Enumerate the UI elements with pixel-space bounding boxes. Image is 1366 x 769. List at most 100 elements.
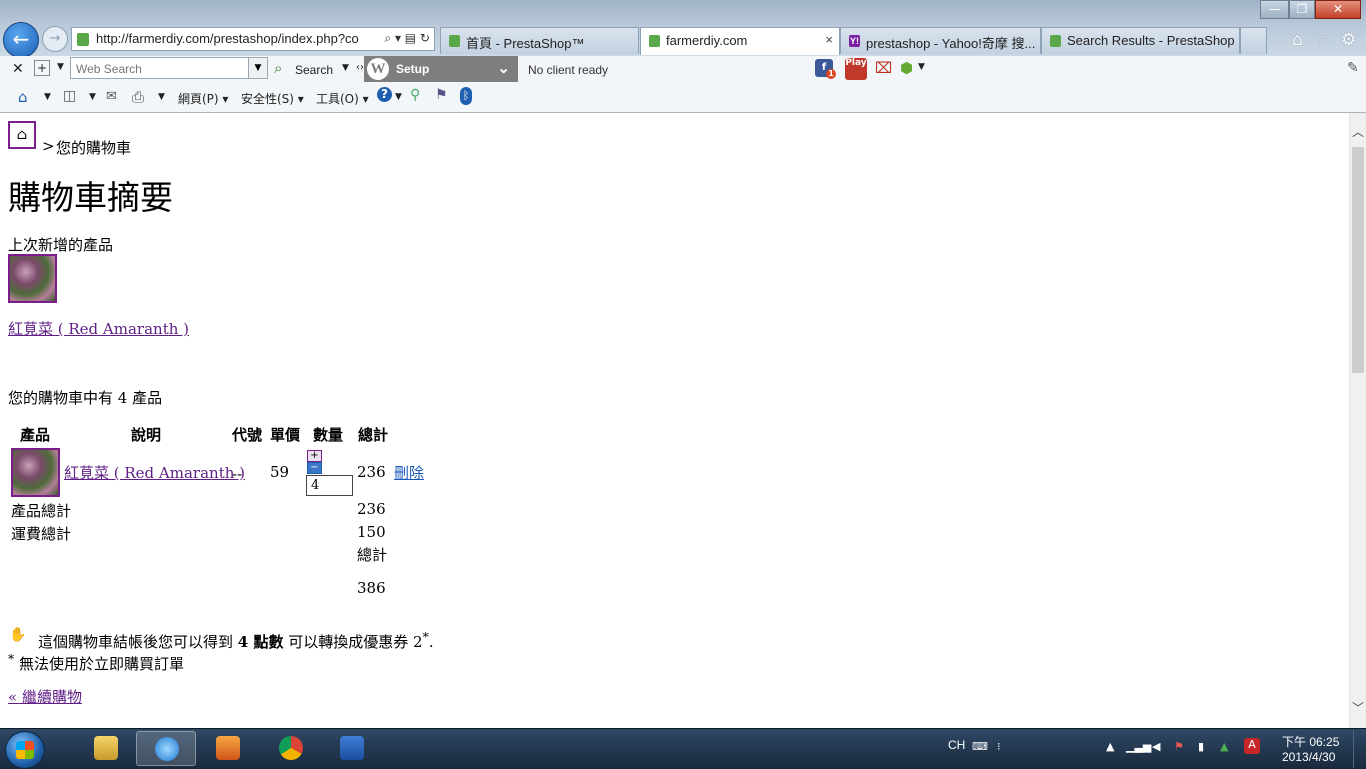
- tag-icon[interactable]: ⬢: [900, 59, 913, 77]
- battery-icon[interactable]: ▮: [1198, 740, 1204, 753]
- grand-total-label: 總計: [357, 546, 388, 564]
- chevron-down-icon[interactable]: ▼: [342, 63, 349, 73]
- products-total-label: 產品總計: [11, 502, 72, 520]
- address-controls[interactable]: ⌕ ▾ ▤ ↻: [384, 31, 430, 46]
- scroll-thumb[interactable]: [1352, 147, 1364, 373]
- taskbar-explorer[interactable]: [76, 731, 136, 766]
- play-vids-icon[interactable]: Play: [845, 58, 867, 80]
- tab-farmerdiy[interactable]: farmerdiy.com ×: [640, 27, 840, 55]
- new-tab-button[interactable]: [1240, 27, 1267, 54]
- loyalty-end: .: [428, 633, 434, 651]
- show-desktop-button[interactable]: [1353, 730, 1366, 768]
- clock-time[interactable]: 下午 06:25: [1282, 733, 1339, 750]
- home-icon[interactable]: ⌂: [18, 88, 28, 106]
- breadcrumb-home-icon[interactable]: ⌂: [8, 121, 36, 149]
- search-button[interactable]: Search: [295, 63, 333, 77]
- quantity-increase-button[interactable]: +: [307, 450, 322, 462]
- facebook-badge: 1: [826, 69, 836, 79]
- volume-icon[interactable]: ◀: [1152, 740, 1160, 753]
- chevron-down-icon[interactable]: ▼: [89, 92, 96, 102]
- setup-button[interactable]: W Setup ⌄: [364, 56, 518, 82]
- taskbar-chrome[interactable]: [261, 731, 321, 766]
- ime-icon[interactable]: ⁝: [997, 740, 1001, 753]
- chevron-down-icon[interactable]: ▼: [918, 62, 925, 72]
- show-hidden-icons[interactable]: ▲: [1106, 740, 1114, 753]
- col-header-product: 產品: [20, 426, 51, 444]
- chevron-down-icon[interactable]: ▼: [395, 92, 402, 102]
- cart-item-name-link[interactable]: 紅莧菜 ( Red Amaranth ): [64, 462, 245, 483]
- col-header-quantity: 數量: [313, 426, 344, 444]
- chevron-down-icon[interactable]: ▼: [57, 62, 64, 72]
- chevron-down-icon[interactable]: ▼: [158, 92, 165, 102]
- web-search-field[interactable]: ▼: [70, 57, 268, 79]
- taskbar-word[interactable]: [322, 731, 382, 766]
- forward-button[interactable]: →: [42, 26, 68, 52]
- vertical-scrollbar[interactable]: ︿ ﹀: [1349, 113, 1366, 728]
- handshake-icon: ✋: [9, 627, 27, 643]
- tab-yahoo-search[interactable]: Y! prestashop - Yahoo!奇摩 搜...: [840, 27, 1041, 54]
- tab-label: 首頁 - PrestaShop™: [466, 36, 585, 51]
- quantity-input[interactable]: [306, 475, 353, 496]
- clock-date[interactable]: 2013/4/30: [1282, 750, 1335, 764]
- tab-close-icon[interactable]: ×: [825, 32, 833, 47]
- cart-item-thumbnail[interactable]: [11, 448, 60, 497]
- search-icon[interactable]: ⌕: [274, 59, 282, 77]
- menu-tools[interactable]: 工具(O) ▾: [316, 90, 369, 107]
- last-added-thumbnail[interactable]: [8, 254, 57, 303]
- chevron-down-icon[interactable]: ▼: [248, 58, 267, 78]
- bluetooth-icon[interactable]: ᛒ: [460, 87, 472, 105]
- minimize-button[interactable]: —: [1260, 0, 1289, 19]
- chevron-down-icon[interactable]: ▼: [44, 92, 51, 102]
- gift-icon[interactable]: ⌧: [875, 59, 892, 77]
- quantity-decrease-button[interactable]: −: [307, 462, 322, 474]
- help-icon[interactable]: ?: [377, 87, 392, 102]
- research-icon[interactable]: ⚲: [410, 87, 420, 103]
- tab-label: Search Results - PrestaShop ...: [1067, 33, 1237, 48]
- maximize-button[interactable]: ❐: [1289, 0, 1315, 19]
- last-added-label: 上次新增的產品: [8, 236, 114, 254]
- menu-tools-label: 工具(O): [316, 92, 359, 106]
- tab-label: prestashop - Yahoo!奇摩 搜...: [866, 36, 1036, 51]
- acrobat-icon[interactable]: A: [1244, 738, 1260, 754]
- scroll-down-icon[interactable]: ﹀: [1350, 699, 1366, 716]
- mail-icon[interactable]: ✉: [106, 89, 117, 104]
- home-icon[interactable]: ⌂: [1292, 30, 1303, 50]
- network-icon[interactable]: ▁▃▅: [1126, 740, 1151, 753]
- wrench-icon[interactable]: ✎: [1347, 60, 1359, 76]
- chrome-icon: [279, 736, 303, 760]
- close-window-button[interactable]: ✕: [1315, 0, 1361, 19]
- close-toolbar-icon[interactable]: ✕: [12, 61, 24, 77]
- ie-icon: [155, 737, 179, 761]
- gear-icon[interactable]: ⚙: [1341, 30, 1356, 50]
- input-language[interactable]: CH: [948, 738, 965, 752]
- taskbar-media-player[interactable]: [198, 731, 258, 766]
- last-added-product-link[interactable]: 紅莧菜 ( Red Amaranth ): [8, 318, 189, 339]
- web-search-input[interactable]: [74, 61, 248, 77]
- breadcrumb-current: 您的購物車: [56, 139, 132, 157]
- delete-item-link[interactable]: 刪除: [394, 462, 424, 483]
- translate-icon[interactable]: ⚑: [435, 87, 448, 103]
- start-button[interactable]: [5, 731, 45, 769]
- prestashop-favicon-icon: [649, 35, 660, 47]
- folder-icon: [94, 736, 118, 760]
- tab-search-results[interactable]: Search Results - PrestaShop ...: [1041, 27, 1240, 54]
- taskbar-internet-explorer[interactable]: [136, 731, 196, 766]
- rss-icon[interactable]: ◫: [63, 88, 76, 104]
- menu-page[interactable]: 網頁(P) ▾: [178, 90, 228, 107]
- scroll-up-icon[interactable]: ︿: [1350, 123, 1366, 140]
- continue-shopping-link[interactable]: « 繼續購物: [8, 686, 82, 707]
- address-bar[interactable]: http://farmerdiy.com/prestashop/index.ph…: [71, 27, 435, 51]
- back-button[interactable]: ←: [3, 22, 39, 58]
- google-drive-icon[interactable]: ▲: [1220, 740, 1228, 753]
- keyboard-icon[interactable]: ⌨: [972, 740, 988, 753]
- tab-prestashop-home[interactable]: 首頁 - PrestaShop™: [440, 27, 639, 54]
- prestashop-favicon-icon: [449, 35, 460, 47]
- print-icon[interactable]: ⎙: [132, 88, 144, 106]
- add-icon[interactable]: +: [34, 60, 50, 76]
- favorites-star-icon[interactable]: ☆: [1316, 30, 1331, 50]
- footnote-text: 無法使用於立即購買訂單: [19, 655, 185, 673]
- action-center-icon[interactable]: ⚑: [1174, 740, 1184, 753]
- loyalty-prefix: 這個購物車結帳後您可以得到: [38, 633, 234, 651]
- status-text: No client ready: [528, 63, 609, 77]
- menu-safety[interactable]: 安全性(S) ▾: [241, 90, 304, 107]
